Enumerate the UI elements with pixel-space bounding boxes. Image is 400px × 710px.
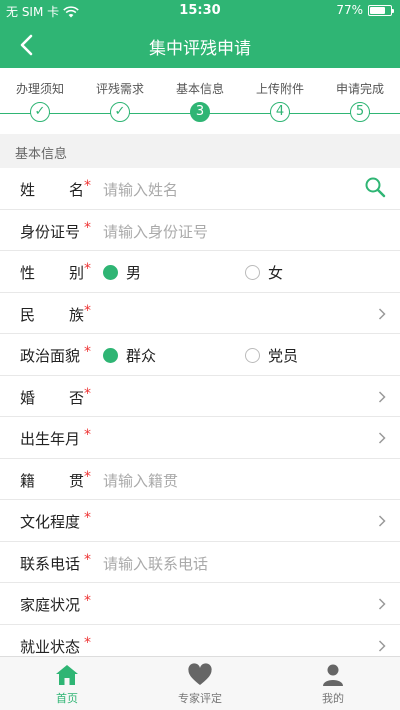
chevron-right-icon [378,432,386,444]
radio-label: 男 [126,264,142,282]
check-icon: ✓ [110,102,130,122]
required-mark: * [84,427,91,443]
marriage-label: 婚否 [20,388,84,407]
radio-selected-icon [103,348,118,363]
idcard-input[interactable]: 请输入身份证号 [103,221,208,242]
required-mark: * [84,510,91,526]
family-label: 家庭状况 [20,596,81,614]
section-header: 基本信息 [0,134,400,168]
gender-row: 性别 * 男 女 [0,251,400,293]
step-label: 申请完成 [335,82,384,96]
chevron-right-icon [378,598,386,610]
required-mark: * [84,219,91,236]
radio-label: 党员 [268,347,299,365]
chevron-right-icon [378,515,386,527]
basic-info-form: 姓名 * 请输入姓名 身份证号 * 请输入身份证号 性别 * 男 女 民族 * … [0,168,400,666]
tab-mine[interactable]: 我的 [266,663,400,706]
ethnic-label: 民族 [20,305,84,324]
political-party-radio[interactable]: 党员 [245,345,298,366]
step-3: 基本信息 3 [160,68,240,122]
step-number-badge: 5 [350,102,370,122]
radio-selected-icon [103,265,118,280]
education-label: 文化程度 [20,513,81,531]
battery-icon [368,4,394,16]
idcard-row: 身份证号 * 请输入身份证号 [0,210,400,251]
radio-label: 女 [268,264,284,282]
employment-label: 就业状态 [20,637,81,656]
step-2: 评残需求 ✓ [80,68,160,122]
chevron-right-icon [378,390,386,403]
native-label: 籍贯 [20,471,84,490]
phone-row: 联系电话 * 请输入联系电话 [0,542,400,583]
battery-fill [370,6,386,14]
required-mark: * [84,261,91,277]
gender-male-radio[interactable]: 男 [103,262,141,283]
chevron-right-icon [378,307,386,320]
native-row: 籍贯 * 请输入籍贯 [0,459,400,500]
tab-label: 专家评定 [178,692,222,705]
gender-label: 性别 [20,264,84,282]
radio-unselected-icon [245,265,260,280]
required-mark: * [84,178,91,194]
phone-label: 联系电话 [20,554,81,573]
gender-female-radio[interactable]: 女 [245,262,283,283]
idcard-label: 身份证号 [20,222,81,241]
user-icon [323,664,343,686]
step-5: 申请完成 5 [320,68,400,122]
political-label: 政治面貌 [20,347,81,365]
step-label: 评残需求 [95,82,144,96]
name-row: 姓名 * 请输入姓名 [0,168,400,210]
education-row[interactable]: 文化程度 * [0,500,400,542]
required-mark: * [84,302,91,319]
check-icon: ✓ [30,102,50,122]
battery-info: 77% [336,3,394,17]
required-mark: * [84,468,91,485]
page-title: 集中评残申请 [149,39,251,59]
radio-unselected-icon [245,348,260,363]
family-row[interactable]: 家庭状况 * [0,583,400,625]
tab-label: 首页 [56,692,78,705]
required-mark: * [84,593,91,609]
radio-label: 群众 [126,347,157,365]
required-mark: * [84,344,91,360]
tab-expert[interactable]: 专家评定 [133,663,267,706]
step-label: 上传附件 [255,82,304,96]
birth-label: 出生年月 [20,430,81,448]
step-number-badge: 4 [270,102,290,122]
chevron-right-icon [378,639,386,652]
step-4: 上传附件 4 [240,68,320,122]
ethnic-row[interactable]: 民族 * [0,293,400,334]
native-input[interactable]: 请输入籍贯 [103,470,178,491]
birth-row[interactable]: 出生年月 * [0,417,400,459]
navigation-bar: 集中评残申请 [0,22,400,68]
step-progress: 办理须知 ✓ 评残需求 ✓ 基本信息 3 上传附件 4 申请完成 5 [0,68,400,134]
tab-bar: 首页 专家评定 我的 [0,656,400,710]
name-input[interactable]: 请输入姓名 [103,179,178,200]
tab-home[interactable]: 首页 [0,663,134,706]
battery-percent: 77% [336,3,363,17]
marriage-row[interactable]: 婚否 * [0,376,400,417]
home-icon [56,665,78,685]
step-label: 办理须知 [15,82,64,96]
section-title: 基本信息 [15,147,68,162]
status-bar: 无 SIM 卡 15:30 77% [0,0,400,22]
phone-input[interactable]: 请输入联系电话 [103,553,208,574]
heart-icon [188,663,212,685]
name-label: 姓名 [20,181,84,199]
step-number-badge: 3 [190,102,210,122]
political-masses-radio[interactable]: 群众 [103,345,156,366]
required-mark: * [84,634,91,651]
step-1: 办理须知 ✓ [0,68,80,122]
search-icon[interactable] [364,176,386,198]
tab-label: 我的 [322,692,344,705]
required-mark: * [84,551,91,568]
required-mark: * [84,385,91,402]
political-row: 政治面貌 * 群众 党员 [0,334,400,376]
step-label: 基本信息 [175,82,224,96]
